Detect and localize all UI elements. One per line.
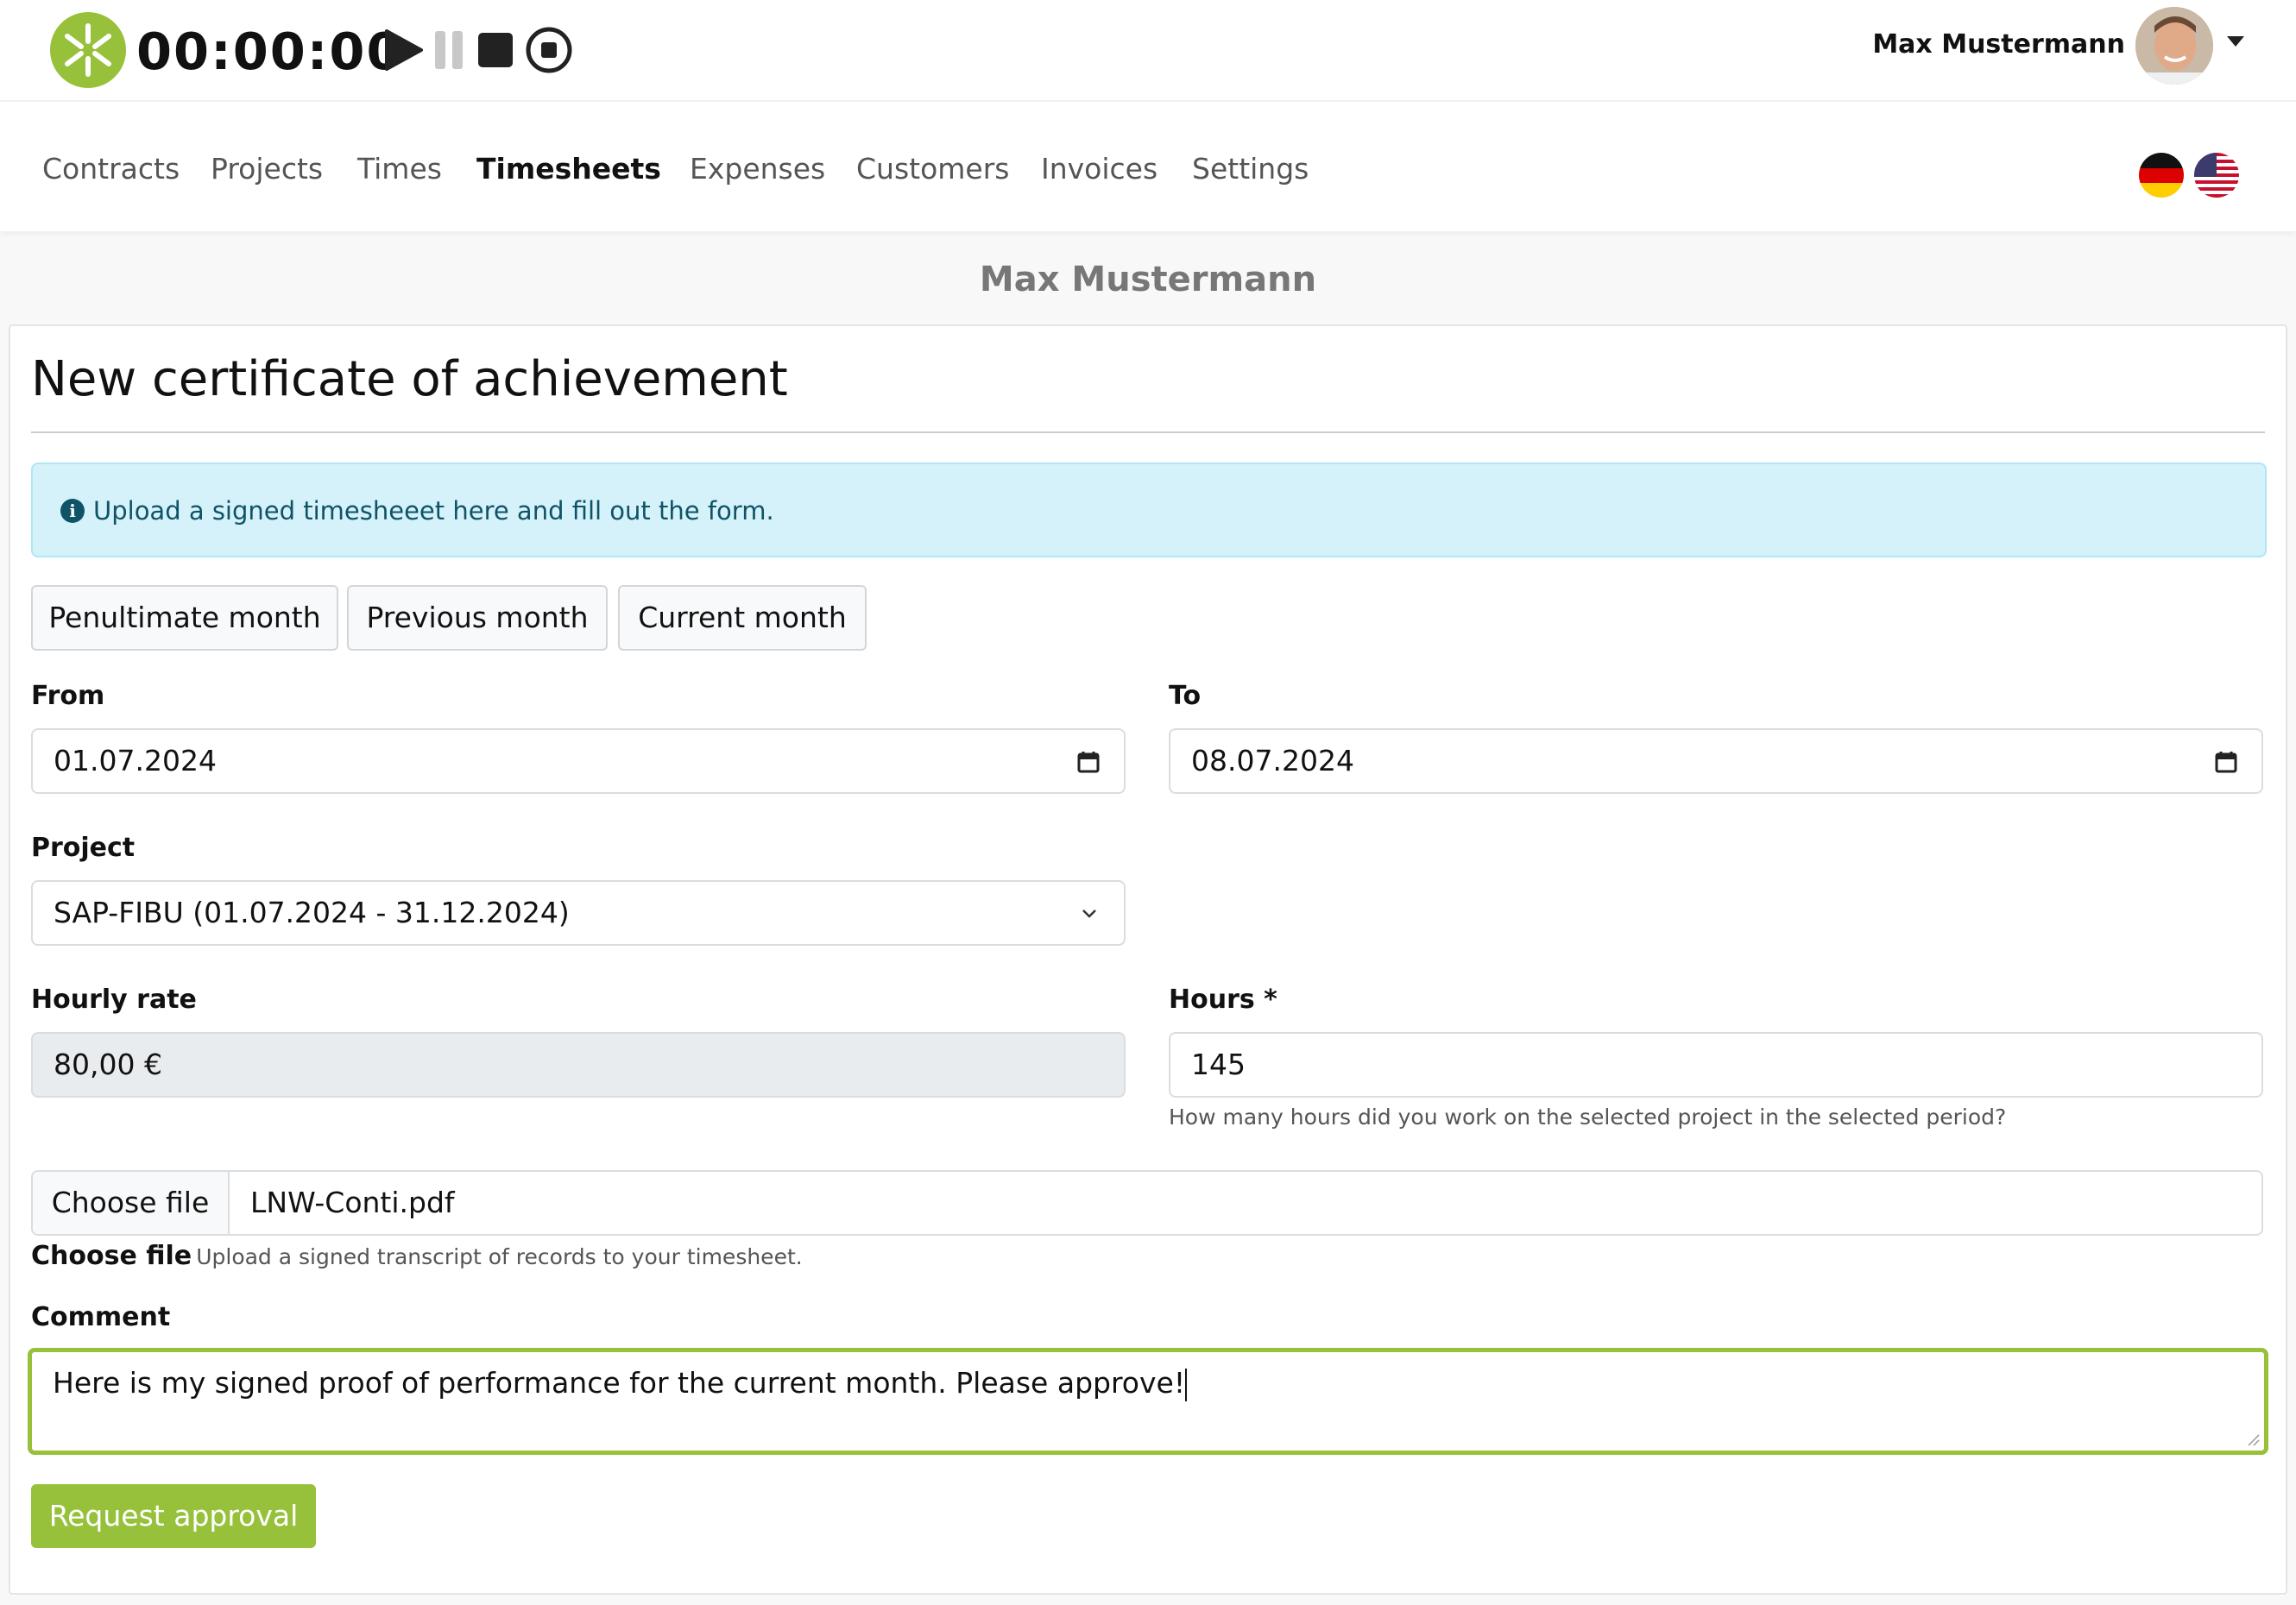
hourly-rate-value: 80,00 € <box>54 1048 162 1081</box>
german-flag-icon[interactable] <box>2139 153 2184 198</box>
play-icon[interactable] <box>380 26 428 74</box>
nav-item-projects[interactable]: Projects <box>211 150 323 188</box>
from-date-input[interactable]: 01.07.2024 <box>31 728 1126 794</box>
user-name[interactable]: Max Mustermann <box>1872 26 2125 64</box>
calendar-icon[interactable] <box>2215 751 2237 773</box>
page-user-heading: Max Mustermann <box>979 260 1317 299</box>
project-select[interactable]: SAP-FIBU (01.07.2024 - 31.12.2024) <box>31 880 1126 946</box>
text-cursor <box>1185 1368 1188 1401</box>
project-selected-value: SAP-FIBU (01.07.2024 - 31.12.2024) <box>54 896 570 929</box>
to-date-input[interactable]: 08.07.2024 <box>1169 728 2263 794</box>
file-help: Choose file Upload a signed transcript o… <box>31 1239 803 1277</box>
pause-icon[interactable] <box>430 26 478 74</box>
page-title: New certificate of achievement <box>31 351 788 407</box>
previous-month-button[interactable]: Previous month <box>347 585 608 651</box>
nav-item-timesheets[interactable]: Timesheets <box>476 150 661 188</box>
penultimate-month-button[interactable]: Penultimate month <box>31 585 338 651</box>
timer-display: 00:00:00 <box>136 22 404 81</box>
app-logo-icon[interactable] <box>50 12 126 88</box>
hours-value: 145 <box>1191 1048 1246 1081</box>
record-stop-icon[interactable] <box>525 26 573 74</box>
nav-item-customers[interactable]: Customers <box>856 150 1010 188</box>
nav-item-settings[interactable]: Settings <box>1192 150 1309 188</box>
comment-value: Here is my signed proof of performance f… <box>53 1366 1186 1400</box>
hourly-rate-label: Hourly rate <box>31 985 197 1015</box>
comment-textarea[interactable]: Here is my signed proof of performance f… <box>28 1348 2268 1455</box>
chevron-down-icon <box>1082 910 1096 918</box>
project-label: Project <box>31 833 136 863</box>
stop-icon[interactable] <box>473 26 521 74</box>
current-month-button[interactable]: Current month <box>618 585 867 651</box>
file-help-text: Upload a signed transcript of records to… <box>196 1244 803 1269</box>
choose-file-button[interactable]: Choose file <box>33 1172 230 1234</box>
comment-label: Comment <box>31 1302 171 1332</box>
file-help-label: Choose file <box>31 1241 192 1271</box>
top-bar: 00:00:00 Max Mustermann <box>0 0 2296 102</box>
us-flag-icon[interactable] <box>2194 153 2239 198</box>
file-input[interactable]: Choose file LNW-Conti.pdf <box>31 1170 2263 1236</box>
info-alert: i Upload a signed timesheeet here and fi… <box>31 463 2267 557</box>
resize-handle-icon[interactable] <box>2245 1432 2261 1447</box>
hourly-rate-field: 80,00 € <box>31 1032 1126 1098</box>
nav-item-invoices[interactable]: Invoices <box>1041 150 1157 188</box>
from-label: From <box>31 681 105 711</box>
info-icon: i <box>60 499 85 523</box>
hours-input[interactable]: 145 <box>1169 1032 2263 1098</box>
nav-item-times[interactable]: Times <box>357 150 442 188</box>
nav-item-contracts[interactable]: Contracts <box>42 150 180 188</box>
main-nav: Contracts Projects Times Timesheets Expe… <box>0 102 2296 231</box>
from-date-value: 01.07.2024 <box>54 744 217 777</box>
hours-help-text: How many hours did you work on the selec… <box>1169 1105 2007 1130</box>
chevron-down-icon[interactable] <box>2227 36 2244 47</box>
file-name: LNW-Conti.pdf <box>250 1186 455 1219</box>
request-approval-button[interactable]: Request approval <box>31 1484 316 1548</box>
hours-label: Hours * <box>1169 985 1277 1015</box>
to-label: To <box>1169 681 1202 711</box>
to-date-value: 08.07.2024 <box>1191 744 1354 777</box>
nav-item-expenses[interactable]: Expenses <box>690 150 825 188</box>
calendar-icon[interactable] <box>1077 751 1100 773</box>
title-divider <box>31 431 2265 433</box>
avatar[interactable] <box>2135 7 2213 85</box>
alert-text: Upload a signed timesheeet here and fill… <box>93 496 774 526</box>
